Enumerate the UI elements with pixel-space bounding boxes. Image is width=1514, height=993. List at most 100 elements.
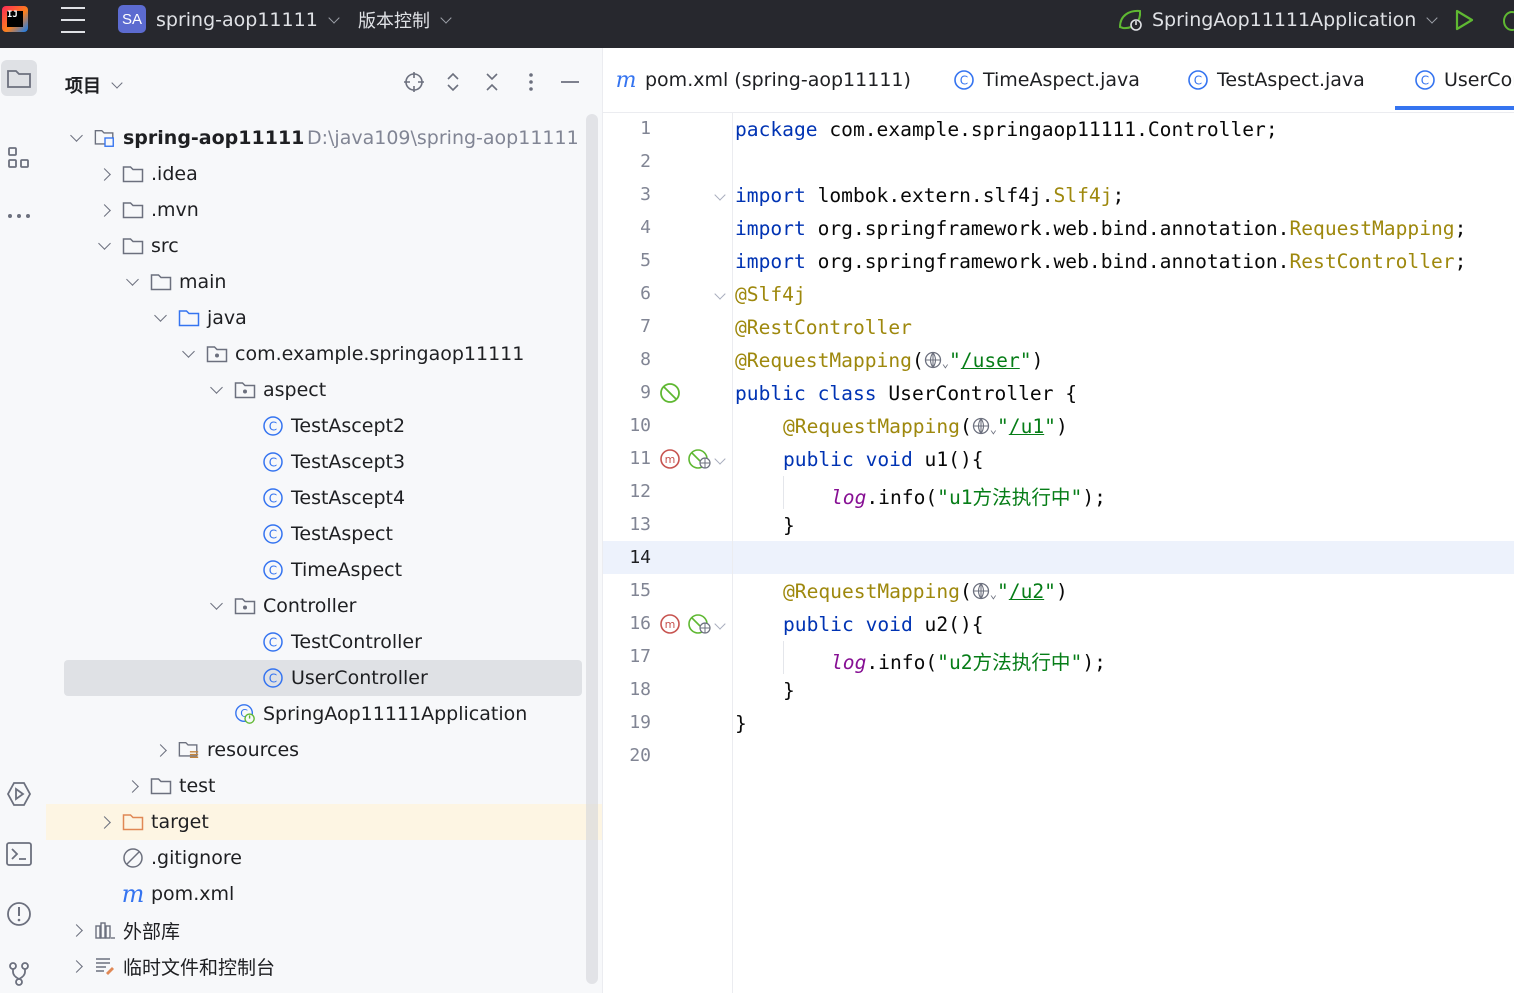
aop-advice-icon[interactable]: m bbox=[659, 448, 681, 470]
options-icon[interactable] bbox=[519, 70, 543, 94]
line-number[interactable]: 12 bbox=[603, 481, 651, 502]
chevron-down-icon[interactable] bbox=[154, 308, 167, 322]
line-number[interactable]: 18 bbox=[603, 679, 651, 700]
tree-item[interactable]: C UserController bbox=[64, 660, 582, 696]
intellij-logo-icon[interactable]: IJ bbox=[2, 6, 28, 32]
tree-item[interactable]: 外部库 bbox=[46, 912, 582, 948]
url-link[interactable]: /u1 bbox=[1009, 415, 1044, 438]
code-line-13[interactable]: } bbox=[783, 514, 795, 537]
hide-panel-icon[interactable] bbox=[558, 70, 582, 94]
request-mapping-icon[interactable] bbox=[687, 448, 711, 470]
tree-item[interactable]: C TestAspect bbox=[46, 516, 582, 552]
line-number[interactable]: 15 bbox=[603, 580, 651, 601]
git-branch-icon[interactable] bbox=[1, 956, 37, 992]
line-number[interactable]: 19 bbox=[603, 712, 651, 733]
chevron-down-icon[interactable] bbox=[70, 128, 83, 142]
aop-advice-icon[interactable]: m bbox=[659, 613, 681, 635]
tree-item[interactable]: main bbox=[46, 264, 582, 300]
code-line-7[interactable]: @RestController bbox=[735, 316, 912, 339]
tree-item[interactable]: com.example.springaop11111 bbox=[46, 336, 582, 372]
code-line-16[interactable]: public void u2(){ bbox=[783, 613, 984, 636]
hamburger-menu-icon[interactable] bbox=[60, 0, 86, 40]
tree-item[interactable]: m pom.xml bbox=[46, 876, 582, 912]
tree-item[interactable]: C SpringAop11111Application bbox=[46, 696, 582, 732]
code-line-18[interactable]: } bbox=[783, 679, 795, 702]
more-tools-icon[interactable] bbox=[1, 198, 37, 234]
code-line-1[interactable]: package com.example.springaop11111.Contr… bbox=[735, 118, 1278, 141]
line-number[interactable]: 4 bbox=[603, 217, 651, 238]
code-line-3[interactable]: import lombok.extern.slf4j.Slf4j; bbox=[735, 184, 1124, 207]
expand-all-icon[interactable] bbox=[441, 70, 465, 94]
chevron-down-icon[interactable] bbox=[182, 344, 195, 358]
tree-item[interactable]: Controller bbox=[46, 588, 582, 624]
code-line-11[interactable]: public void u1(){ bbox=[783, 448, 984, 471]
chevron-right-icon[interactable] bbox=[70, 959, 83, 973]
run-icon[interactable] bbox=[1452, 0, 1476, 40]
tree-item[interactable]: .gitignore bbox=[46, 840, 582, 876]
globe-icon[interactable] bbox=[972, 417, 990, 435]
tab-usercontroller[interactable]: C UserCor bbox=[1414, 48, 1514, 112]
project-scrollbar[interactable] bbox=[586, 114, 598, 984]
vcs-menu[interactable]: 版本控制 bbox=[358, 0, 452, 40]
line-number[interactable]: 6 bbox=[603, 283, 651, 304]
tab-timeaspect[interactable]: C TimeAspect.java bbox=[953, 48, 1140, 112]
globe-icon[interactable] bbox=[924, 351, 942, 369]
code-line-8[interactable]: @RequestMapping(⌄"/user") bbox=[735, 349, 1043, 372]
tree-item[interactable]: 临时文件和控制台 bbox=[46, 948, 582, 984]
line-number[interactable]: 3 bbox=[603, 184, 651, 205]
tab-pom-xml[interactable]: m pom.xml (spring-aop11111) bbox=[615, 48, 911, 112]
url-link[interactable]: /user bbox=[961, 349, 1020, 372]
request-mapping-icon[interactable] bbox=[687, 613, 711, 635]
code-line-10[interactable]: @RequestMapping(⌄"/u1") bbox=[783, 415, 1068, 438]
chevron-right-icon[interactable] bbox=[70, 923, 83, 937]
line-number[interactable]: 10 bbox=[603, 415, 651, 436]
line-number[interactable]: 7 bbox=[603, 316, 651, 337]
chevron-right-icon[interactable] bbox=[126, 779, 139, 793]
project-badge[interactable]: SA bbox=[118, 5, 146, 33]
line-number[interactable]: 20 bbox=[603, 745, 651, 766]
line-number[interactable]: 9 bbox=[603, 382, 651, 403]
spring-bean-icon[interactable] bbox=[659, 382, 681, 404]
services-icon[interactable] bbox=[1, 776, 37, 812]
chevron-right-icon[interactable] bbox=[98, 167, 111, 181]
tree-item[interactable]: C TestController bbox=[46, 624, 582, 660]
globe-icon[interactable] bbox=[972, 582, 990, 600]
debug-icon[interactable] bbox=[1500, 0, 1514, 40]
tree-item[interactable]: resources bbox=[46, 732, 582, 768]
tab-testaspect[interactable]: C TestAspect.java bbox=[1187, 48, 1365, 112]
code-line-15[interactable]: @RequestMapping(⌄"/u2") bbox=[783, 580, 1068, 603]
tree-item[interactable]: C TestAscept3 bbox=[46, 444, 582, 480]
collapse-all-icon[interactable] bbox=[480, 70, 504, 94]
chevron-down-icon[interactable] bbox=[210, 596, 223, 610]
code-line-17[interactable]: log.info("u2方法执行中"); bbox=[831, 646, 1106, 675]
line-number[interactable]: 8 bbox=[603, 349, 651, 370]
line-number[interactable]: 1 bbox=[603, 118, 651, 139]
line-number[interactable]: 16 bbox=[603, 613, 651, 634]
tree-item[interactable]: java bbox=[46, 300, 582, 336]
code-line-4[interactable]: import org.springframework.web.bind.anno… bbox=[735, 217, 1466, 240]
project-folder-icon[interactable] bbox=[1, 60, 37, 96]
line-number[interactable]: 13 bbox=[603, 514, 651, 535]
code-line-6[interactable]: @Slf4j bbox=[735, 283, 806, 306]
line-number[interactable]: 11 bbox=[603, 448, 651, 469]
tree-item[interactable]: aspect bbox=[46, 372, 582, 408]
code-line-12[interactable]: log.info("u1方法执行中"); bbox=[831, 481, 1106, 510]
chevron-down-icon[interactable] bbox=[126, 272, 139, 286]
project-view-selector[interactable]: 项目 bbox=[65, 72, 123, 98]
tree-item[interactable]: .mvn bbox=[46, 192, 582, 228]
tree-item[interactable]: C TestAscept2 bbox=[46, 408, 582, 444]
chevron-right-icon[interactable] bbox=[98, 815, 111, 829]
locate-icon[interactable] bbox=[402, 70, 426, 94]
chevron-down-icon[interactable] bbox=[210, 380, 223, 394]
line-number[interactable]: 17 bbox=[603, 646, 651, 667]
terminal-icon[interactable] bbox=[1, 836, 37, 872]
line-number[interactable]: 2 bbox=[603, 151, 651, 172]
tree-item[interactable]: target bbox=[46, 804, 602, 840]
code-line-5[interactable]: import org.springframework.web.bind.anno… bbox=[735, 250, 1466, 273]
structure-icon[interactable] bbox=[1, 140, 37, 176]
run-configuration-selector[interactable]: SpringAop11111Application bbox=[1116, 0, 1438, 40]
tree-item[interactable]: .idea bbox=[46, 156, 582, 192]
code-line-19[interactable]: } bbox=[735, 712, 747, 735]
tree-item[interactable]: test bbox=[46, 768, 582, 804]
tree-item[interactable]: src bbox=[46, 228, 582, 264]
